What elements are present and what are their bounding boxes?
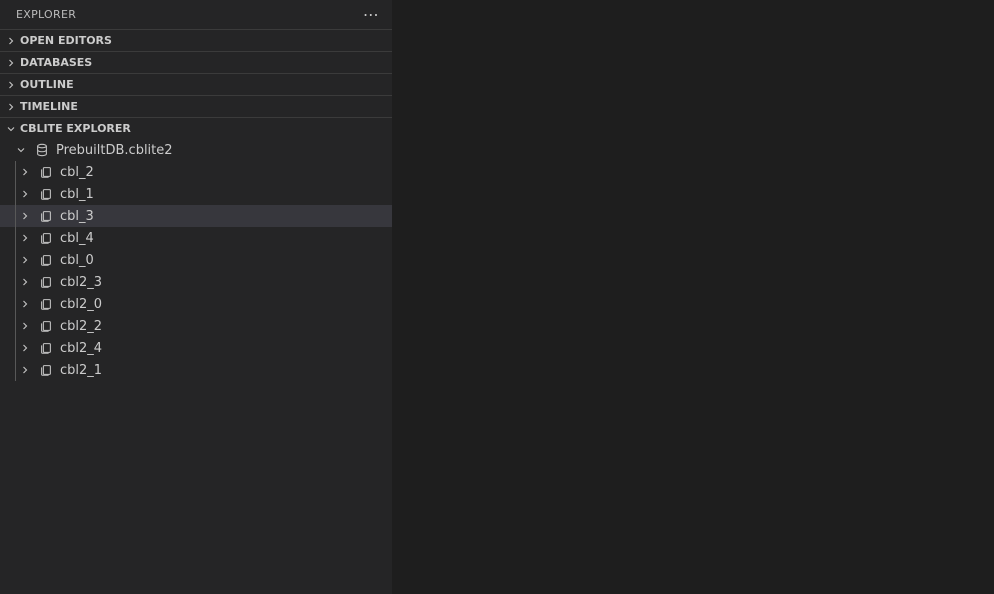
tree-item[interactable]: cbl_1 (0, 183, 392, 205)
tree-item[interactable]: cbl2_2 (0, 315, 392, 337)
tree-item-label: cbl_2 (60, 165, 94, 180)
document-icon (38, 318, 54, 334)
tree-item[interactable]: cbl2_4 (0, 337, 392, 359)
indent-guide (15, 249, 16, 271)
chevron-right-icon (18, 231, 32, 245)
chevron-right-icon (18, 253, 32, 267)
chevron-right-icon (18, 341, 32, 355)
document-icon (38, 274, 54, 290)
tree-item[interactable]: cbl_3 (0, 205, 392, 227)
chevron-right-icon (18, 297, 32, 311)
tree-item-label: cbl2_1 (60, 363, 102, 378)
chevron-right-icon (18, 363, 32, 377)
indent-guide (15, 359, 16, 381)
panel-header: EXPLORER ⋯ (0, 0, 392, 29)
document-icon (38, 186, 54, 202)
chevron-right-icon (18, 275, 32, 289)
database-icon (34, 142, 50, 158)
panel-title: EXPLORER (16, 8, 76, 21)
chevron-right-icon (18, 209, 32, 223)
document-icon (38, 230, 54, 246)
section-label: DATABASES (20, 56, 92, 69)
tree-item[interactable]: cbl2_0 (0, 293, 392, 315)
document-icon (38, 208, 54, 224)
section-cblite-explorer[interactable]: CBLITE EXPLORER (0, 117, 392, 139)
chevron-right-icon (18, 165, 32, 179)
chevron-right-icon (4, 34, 18, 48)
cblite-tree: PrebuiltDB.cblite2 cbl_2 cbl_1 cbl_3 cbl_4c… (0, 139, 392, 594)
indent-guide (15, 271, 16, 293)
indent-guide (15, 161, 16, 183)
ellipsis-icon: ⋯ (363, 7, 379, 23)
database-name: PrebuiltDB.cblite2 (56, 143, 173, 158)
tree-item-label: cbl2_4 (60, 341, 102, 356)
document-icon (38, 340, 54, 356)
indent-guide (15, 337, 16, 359)
tree-item-label: cbl2_3 (60, 275, 102, 290)
chevron-right-icon (4, 100, 18, 114)
tree-item-label: cbl_3 (60, 209, 94, 224)
chevron-right-icon (4, 78, 18, 92)
section-databases[interactable]: DATABASES (0, 51, 392, 73)
tree-database-node[interactable]: PrebuiltDB.cblite2 (0, 139, 392, 161)
tree-item[interactable]: cbl_0 (0, 249, 392, 271)
section-open-editors[interactable]: OPEN EDITORS (0, 29, 392, 51)
indent-guide (15, 183, 16, 205)
document-icon (38, 164, 54, 180)
chevron-down-icon (4, 122, 18, 136)
document-icon (38, 296, 54, 312)
editor-area (393, 0, 994, 594)
section-timeline[interactable]: TIMELINE (0, 95, 392, 117)
chevron-right-icon (4, 56, 18, 70)
indent-guide (15, 315, 16, 337)
indent-guide (15, 227, 16, 249)
indent-guide (15, 293, 16, 315)
section-label: TIMELINE (20, 100, 78, 113)
tree-item[interactable]: cbl2_3 (0, 271, 392, 293)
tree-item-label: cbl2_0 (60, 297, 102, 312)
tree-item-label: cbl2_2 (60, 319, 102, 334)
document-icon (38, 362, 54, 378)
chevron-right-icon (18, 319, 32, 333)
tree-item[interactable]: cbl_2 (0, 161, 392, 183)
document-icon (38, 252, 54, 268)
chevron-down-icon (14, 143, 28, 157)
chevron-right-icon (18, 187, 32, 201)
tree-item[interactable]: cbl2_1 (0, 359, 392, 381)
section-outline[interactable]: OUTLINE (0, 73, 392, 95)
tree-item-label: cbl_1 (60, 187, 94, 202)
tree-item-label: cbl_4 (60, 231, 94, 246)
section-label: OUTLINE (20, 78, 74, 91)
tree-item-label: cbl_0 (60, 253, 94, 268)
explorer-sidebar: EXPLORER ⋯ OPEN EDITORS DATABASES (0, 0, 393, 594)
more-actions-button[interactable]: ⋯ (360, 4, 382, 26)
indent-guide (15, 205, 16, 227)
tree-item[interactable]: cbl_4 (0, 227, 392, 249)
section-label: CBLITE EXPLORER (20, 122, 131, 135)
section-label: OPEN EDITORS (20, 34, 112, 47)
